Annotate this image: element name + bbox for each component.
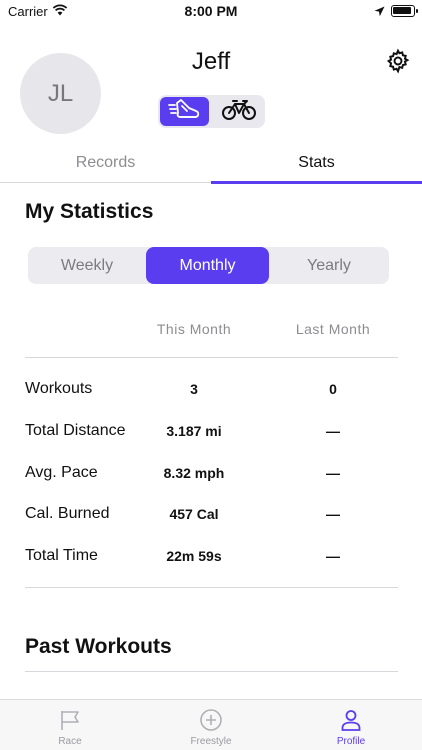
stat-row-avg-pace: Avg. Pace 8.32 mph — (0, 458, 422, 488)
tab-bar-label: Freestyle (190, 736, 232, 747)
bicycle-icon (221, 97, 257, 126)
stat-this-month: 3 (190, 381, 198, 397)
run-shoe-icon (167, 97, 202, 126)
run-mode-button[interactable] (160, 97, 209, 126)
flag-icon (0, 708, 140, 732)
tab-records[interactable]: Records (0, 148, 211, 184)
past-workouts-title: Past Workouts (25, 635, 172, 658)
statistics-title: My Statistics (25, 200, 154, 223)
plus-circle-icon (141, 708, 281, 732)
stat-label: Total Distance (25, 422, 126, 439)
tab-bar-label: Race (58, 736, 82, 747)
stat-this-month: 22m 59s (166, 548, 222, 564)
stat-row-total-time: Total Time 22m 59s — (0, 541, 422, 571)
stat-this-month: 8.32 mph (163, 465, 225, 481)
period-weekly[interactable]: Weekly (28, 247, 146, 284)
profile-name: Jeff (191, 48, 231, 75)
stat-row-cal-burned: Cal. Burned 457 Cal — (0, 499, 422, 529)
bike-mode-button[interactable] (214, 97, 263, 126)
activity-mode-selector (158, 95, 265, 128)
stat-last-month: — (326, 506, 340, 522)
location-arrow-icon (374, 5, 385, 20)
tab-bar-label: Profile (336, 736, 366, 747)
tab-bar-profile[interactable]: Profile (281, 700, 421, 750)
column-last-month: Last Month (295, 321, 371, 337)
stat-label: Cal. Burned (25, 505, 110, 522)
avatar-initials: JL (47, 79, 74, 107)
status-bar: Carrier 8:00 PM (0, 0, 422, 24)
stat-row-workouts: Workouts 3 0 (0, 374, 422, 404)
divider (25, 587, 398, 588)
divider (25, 671, 398, 672)
stat-row-total-distance: Total Distance 3.187 mi — (0, 416, 422, 446)
stat-last-month: — (326, 423, 340, 439)
stat-this-month: 3.187 mi (166, 423, 222, 439)
battery-icon (391, 5, 418, 17)
tab-bar-freestyle[interactable]: Freestyle (141, 700, 281, 750)
settings-gear-icon[interactable] (385, 48, 411, 74)
stat-label: Total Time (25, 547, 98, 564)
bottom-tab-bar: Race Freestyle Profile (0, 699, 422, 750)
stat-this-month: 457 Cal (169, 506, 219, 522)
stat-last-month: 0 (329, 381, 337, 397)
tab-active-indicator (211, 181, 422, 184)
stat-label: Workouts (25, 380, 93, 397)
stat-label: Avg. Pace (25, 464, 98, 481)
divider (25, 357, 398, 358)
tab-stats[interactable]: Stats (211, 148, 422, 184)
column-this-month: This Month (156, 321, 232, 337)
stat-last-month: — (326, 548, 340, 564)
person-icon (281, 708, 421, 732)
period-yearly[interactable]: Yearly (269, 247, 389, 284)
period-segmented-control: Weekly Monthly Yearly (28, 247, 389, 284)
tab-bar-race[interactable]: Race (0, 700, 140, 750)
stat-last-month: — (326, 465, 340, 481)
period-monthly[interactable]: Monthly (146, 247, 269, 284)
clock: 8:00 PM (184, 3, 238, 19)
